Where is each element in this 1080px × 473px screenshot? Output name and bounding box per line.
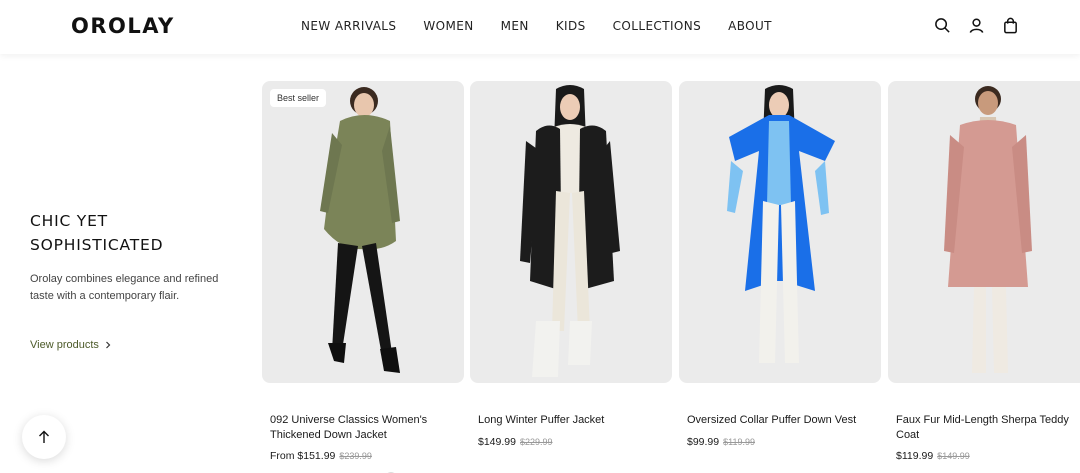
original-price: $229.99 [519,437,553,447]
product-card[interactable]: Faux Fur Mid-Length Sherpa Teddy Coat $1… [888,81,1080,462]
account-icon[interactable] [968,17,985,34]
original-price: $239.99 [339,451,372,461]
scroll-to-top-button[interactable] [22,415,66,459]
nav-collections[interactable]: COLLECTIONS [613,19,701,33]
nav-women[interactable]: WOMEN [423,19,473,33]
view-products-label: View products [30,339,99,351]
product-name[interactable]: Long Winter Puffer Jacket [478,413,668,428]
model-green-coat-image [320,87,400,373]
promo-description: Orolay combines elegance and refined tas… [30,273,219,302]
product-card[interactable]: Oversized Collar Puffer Down Vest $99.99… [679,81,881,448]
model-black-puffer-image [520,85,620,377]
view-products-link[interactable]: View products [30,339,112,351]
promo-title: CHIC YET SOPHISTICATED [30,212,164,254]
bag-icon[interactable] [1002,17,1019,34]
best-seller-badge: Best seller [270,89,327,107]
nav-new-arrivals[interactable]: NEW ARRIVALS [301,19,396,33]
product-image[interactable] [470,81,672,383]
model-pink-teddy-coat-image [944,86,1032,373]
chevron-right-icon [105,341,111,349]
product-name[interactable]: Oversized Collar Puffer Down Vest [687,413,877,428]
current-price: $149.99 [478,436,516,448]
nav-about[interactable]: ABOUT [728,19,772,33]
original-price: $149.99 [937,451,970,461]
nav-men[interactable]: MEN [501,19,529,33]
product-price: $119.99 $149.99 [896,450,1080,462]
product-price: $149.99 $229.99 [478,436,668,448]
product-name[interactable]: 092 Universe Classics Women's Thickened … [270,413,460,443]
product-image[interactable] [679,81,881,383]
current-price: $99.99 [687,436,720,448]
current-price: From $151.99 [270,450,336,462]
product-price: $99.99 $119.99 [687,436,877,448]
product-price: From $151.99 $239.99 [270,450,460,462]
product-name[interactable]: Faux Fur Mid-Length Sherpa Teddy Coat [896,413,1080,443]
arrow-up-icon [39,430,49,443]
product-card[interactable]: Long Winter Puffer Jacket $149.99 $229.99 [470,81,672,448]
product-card[interactable]: Best seller +3 092 Universe Classics Wom… [262,81,464,473]
original-price: $119.99 [723,437,755,447]
current-price: $119.99 [896,450,934,462]
search-icon[interactable] [934,17,951,34]
nav-kids[interactable]: KIDS [556,19,586,33]
main-nav: NEW ARRIVALS WOMEN MEN KIDS COLLECTIONS … [301,19,772,33]
product-image[interactable] [888,81,1080,383]
product-image[interactable]: Best seller [262,81,464,383]
header-icons [934,17,1019,34]
model-blue-vest-image [727,85,835,363]
logo[interactable]: OROLAY [71,14,175,38]
site-header: OROLAY NEW ARRIVALS WOMEN MEN KIDS COLLE… [0,0,1080,54]
